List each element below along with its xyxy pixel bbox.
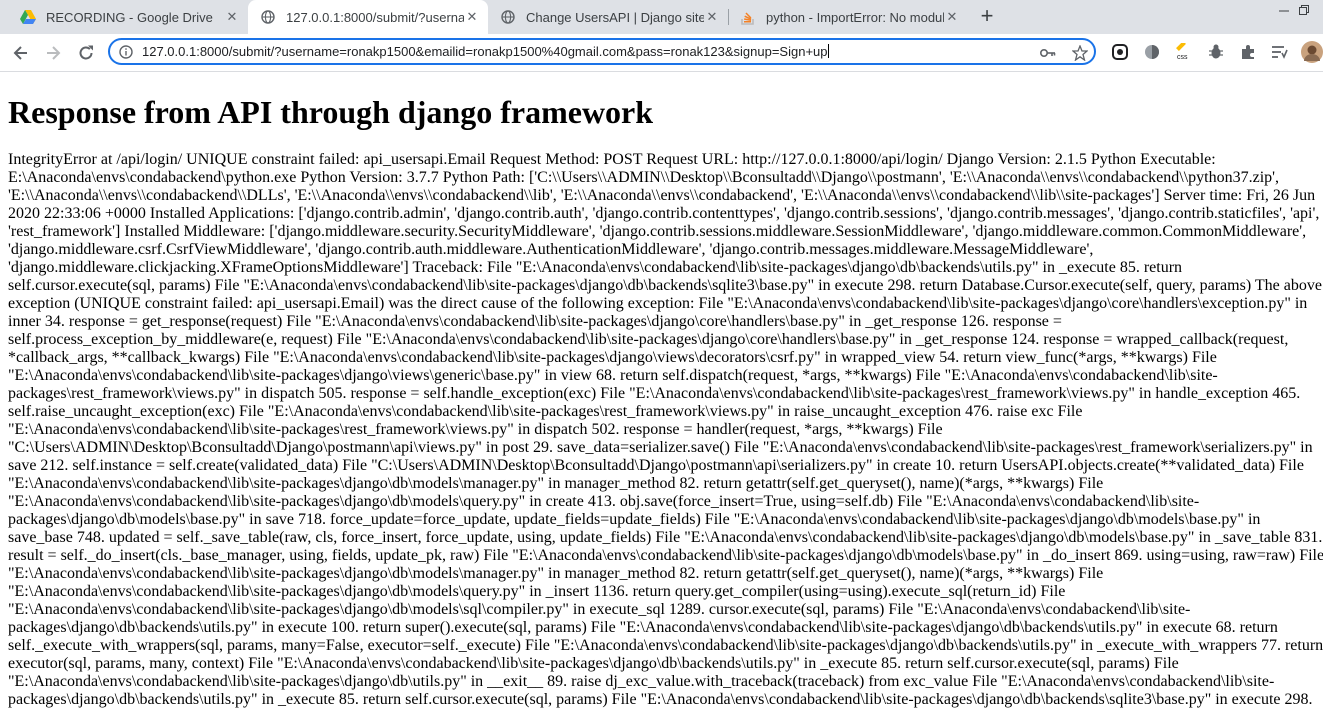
back-arrow-icon[interactable] [8, 40, 34, 66]
extension-circle-icon[interactable] [1143, 43, 1161, 61]
css-extension-icon[interactable]: css [1175, 43, 1193, 61]
close-tab-icon[interactable]: ✕ [224, 9, 240, 25]
tab-title: RECORDING - Google Drive [46, 9, 213, 25]
site-info-icon[interactable] [118, 44, 134, 60]
url-text: 127.0.0.1:8000/submit/?username=ronakp15… [142, 44, 829, 59]
browser-toolbar: 127.0.0.1:8000/submit/?username=ronakp15… [0, 34, 1323, 72]
close-tab-icon[interactable]: ✕ [704, 9, 720, 25]
key-icon[interactable] [1040, 45, 1056, 61]
tab-google-drive[interactable]: RECORDING - Google Drive ✕ [8, 0, 248, 34]
profile-avatar[interactable] [1301, 41, 1323, 63]
tab-submit-active[interactable]: 127.0.0.1:8000/submit/?username ✕ [248, 0, 488, 34]
new-tab-plus-icon[interactable]: + [977, 3, 997, 28]
tab-title: python - ImportError: No module [766, 9, 944, 25]
bug-extension-icon[interactable] [1207, 43, 1225, 61]
minimize-icon[interactable] [1276, 2, 1292, 18]
reading-list-icon[interactable] [1270, 43, 1288, 61]
close-tab-icon[interactable]: ✕ [464, 9, 480, 25]
google-drive-icon [20, 9, 36, 25]
stackoverflow-icon [740, 9, 756, 25]
globe-icon [260, 9, 276, 25]
page-heading: Response from API through django framewo… [8, 94, 654, 130]
tab-title: Change UsersAPI | Django site ad [526, 9, 704, 25]
bookmark-star-icon[interactable] [1072, 45, 1088, 61]
error-traceback-text: IntegrityError at /api/login/ UNIQUE con… [8, 151, 1323, 710]
svg-text:css: css [1177, 54, 1188, 61]
globe-icon [500, 9, 516, 25]
extension-sync-icon[interactable] [1111, 43, 1129, 61]
close-tab-icon[interactable]: ✕ [944, 9, 960, 25]
tab-stackoverflow[interactable]: python - ImportError: No module ✕ [728, 0, 968, 34]
tab-title: 127.0.0.1:8000/submit/?username [286, 9, 464, 25]
tab-strip: RECORDING - Google Drive ✕ 127.0.0.1:800… [0, 0, 1323, 34]
puzzle-extensions-icon[interactable] [1239, 43, 1257, 61]
address-bar[interactable]: 127.0.0.1:8000/submit/?username=ronakp15… [108, 38, 1096, 65]
restore-icon[interactable] [1296, 2, 1312, 18]
tab-django-admin[interactable]: Change UsersAPI | Django site ad ✕ [488, 0, 728, 34]
forward-arrow-icon[interactable] [40, 40, 66, 66]
page-content: Response from API through django framewo… [8, 71, 1323, 710]
reload-icon[interactable] [73, 40, 99, 66]
